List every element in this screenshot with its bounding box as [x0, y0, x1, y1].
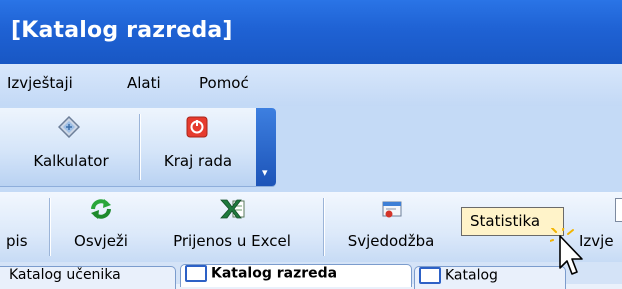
print-label: pis — [6, 232, 28, 250]
print-button[interactable]: pis — [0, 192, 46, 262]
menu-pomoc[interactable]: Pomoć — [199, 74, 249, 92]
chevron-down-icon: ▾ — [262, 166, 268, 179]
certificate-label: Svjedodžba — [347, 232, 435, 250]
power-icon — [186, 116, 208, 138]
certificate-icon — [382, 201, 402, 218]
tab-label: Katalog učenika — [9, 267, 121, 283]
refresh-icon — [91, 199, 111, 219]
menu-bar: Izvještaji Alati Pomoć — [0, 64, 622, 107]
calculator-button[interactable]: Kalkulator — [6, 108, 136, 186]
menu-izvjestaji[interactable]: Izvještaji — [7, 74, 73, 92]
tab-katalog-ucenika[interactable]: Katalog učenika — [0, 266, 176, 289]
export-excel-label: Prijenos u Excel — [173, 232, 291, 250]
document-tabs: Katalog učenika Katalog razreda Katalog — [0, 262, 622, 289]
window-icon — [419, 267, 441, 284]
toolbar-overflow-button[interactable]: ▾ — [256, 108, 276, 186]
window-icon — [185, 265, 207, 282]
tab-label: Katalog — [445, 267, 498, 284]
toolbar-separator — [323, 198, 324, 256]
tab-label: Katalog razreda — [211, 265, 338, 282]
toolbar-separator — [139, 114, 140, 180]
window-title: [Katalog razreda] — [11, 18, 233, 43]
mouse-cursor-icon — [550, 228, 583, 275]
certificate-button[interactable]: Svjedodžba — [330, 192, 452, 262]
export-excel-button[interactable]: Prijenos u Excel — [152, 192, 312, 262]
window-titlebar: [Katalog razreda] — [0, 0, 622, 64]
exit-label: Kraj rada — [163, 152, 233, 170]
calculator-label: Kalkulator — [33, 152, 109, 170]
toolbar-strip-top: Kalkulator Kraj rada ▾ — [0, 106, 622, 192]
tab-katalog[interactable]: Katalog — [414, 266, 566, 289]
toolbar-top: Kalkulator Kraj rada ▾ — [0, 108, 276, 187]
calculator-icon — [58, 116, 80, 138]
report-icon — [615, 198, 622, 222]
exit-button[interactable]: Kraj rada — [146, 108, 250, 186]
menu-alati[interactable]: Alati — [127, 74, 161, 92]
toolbar-separator — [49, 198, 50, 256]
statistics-tooltip: Statistika — [461, 207, 564, 236]
refresh-label: Osvježi — [74, 232, 128, 250]
refresh-button[interactable]: Osvježi — [56, 192, 146, 262]
excel-icon — [220, 199, 245, 219]
